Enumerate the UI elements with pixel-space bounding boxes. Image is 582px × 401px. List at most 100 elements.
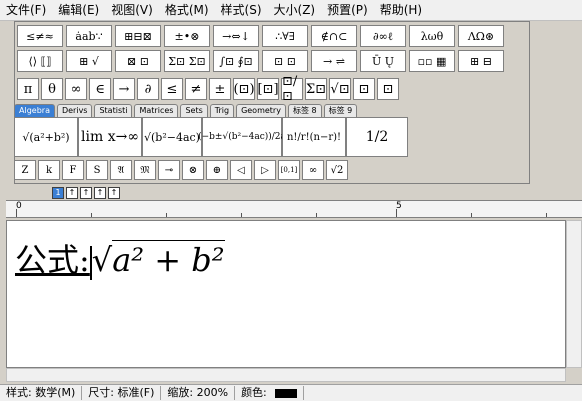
menu-help[interactable]: 帮助(H) (374, 1, 428, 19)
template-hypotenuse[interactable]: √(a²+b²) (14, 117, 78, 157)
tab-bar-5-button[interactable]: ↑ (108, 187, 120, 199)
logic-palette-button[interactable]: ∴∀∃ (262, 25, 308, 47)
radical-sign: √ (91, 241, 113, 279)
triangle-left-button[interactable]: ◁ (230, 160, 252, 180)
plus-minus-symbol-button[interactable]: ± (209, 78, 231, 100)
infinity-symbol-button[interactable]: ∞ (65, 78, 87, 100)
fences-palette-button[interactable]: ⟨⟩ ⟦⟧ (17, 50, 63, 72)
ruler-tick (316, 213, 317, 217)
ruler-tick (166, 213, 167, 217)
labeled-arrows-palette-button[interactable]: → ⇌ (311, 50, 357, 72)
menu-format[interactable]: 格式(M) (159, 1, 215, 19)
template-discriminant[interactable]: √(b²−4ac) (142, 117, 202, 157)
tab-bar-2-button[interactable]: ↑ (66, 187, 78, 199)
tab-statistics[interactable]: Statisti (94, 104, 133, 117)
menu-preferences[interactable]: 预置(P) (321, 1, 374, 19)
summations-palette-button[interactable]: Σ⊡ Σ⊡ (164, 50, 210, 72)
subscripts-palette-button[interactable]: ⊠ ⊡ (115, 50, 161, 72)
parentheses-template-button[interactable]: (⊡) (233, 78, 255, 100)
ruler-tick (16, 209, 17, 217)
tab-algebra[interactable]: Algebra (14, 104, 55, 117)
formula-editor[interactable]: 公式:√a² + b² (6, 220, 566, 368)
greek-upper-palette-button[interactable]: ΛΩ⊛ (458, 25, 504, 47)
tab-bar-nav: 1 ↑ ↑ ↑ ↑ (52, 187, 122, 199)
tab-label-8[interactable]: 标签 8 (287, 104, 322, 117)
status-color: 颜色: (235, 386, 304, 400)
palette-tabs: Algebra Derivs Statisti Matrices Sets Tr… (14, 104, 359, 117)
oplus-button[interactable]: ⊕ (206, 160, 228, 180)
bars-palette-button[interactable]: ⊡ ⊡ (262, 50, 308, 72)
fraktur-m-button[interactable]: 𝔐 (134, 160, 156, 180)
menu-file[interactable]: 文件(F) (0, 1, 52, 19)
status-zoom: 缩放: 200% (161, 386, 236, 400)
status-bar: 样式: 数学(M) 尺寸: 标准(F) 缩放: 200% 颜色: (0, 384, 582, 401)
horizontal-scrollbar[interactable] (6, 368, 566, 382)
arrows-palette-button[interactable]: →⇔↓ (213, 25, 259, 47)
formula-label: 公式: (15, 241, 90, 279)
template-row: √(a²+b²) lim x→∞ √(b²−4ac) (−b±√(b²−4ac)… (14, 117, 408, 157)
menu-size[interactable]: 大小(Z) (268, 1, 322, 19)
pi-symbol-button[interactable]: π (17, 78, 39, 100)
s-symbol-button[interactable]: S (86, 160, 108, 180)
root-template-button[interactable]: √⊡ (329, 78, 351, 100)
color-swatch (274, 388, 297, 398)
tab-sets[interactable]: Sets (180, 104, 208, 117)
otimes-button[interactable]: ⊗ (182, 160, 204, 180)
brackets-template-button[interactable]: [⊡] (257, 78, 279, 100)
ruler-tick (546, 213, 547, 217)
ruler[interactable]: 0 5 (6, 200, 582, 218)
template-half[interactable]: 1/2 (346, 117, 408, 157)
spaces-palette-button[interactable]: ȧab∵ (66, 25, 112, 47)
boxes-palette-button[interactable]: ⊞ ⊟ (458, 50, 504, 72)
menu-edit[interactable]: 编辑(E) (52, 1, 105, 19)
menu-style[interactable]: 样式(S) (215, 1, 268, 19)
ruler-tick (91, 213, 92, 217)
fraction-template-button[interactable]: ⊡/⊡ (281, 74, 303, 104)
operators-palette-button[interactable]: ±•⊗ (164, 25, 210, 47)
f-symbol-button[interactable]: F (62, 160, 84, 180)
status-color-label: 颜色: (241, 386, 267, 399)
superscript-template-button[interactable]: ⊡ (353, 78, 375, 100)
tab-bar-4-button[interactable]: ↑ (94, 187, 106, 199)
relations-palette-button[interactable]: ≤≠≈ (17, 25, 63, 47)
template-combination[interactable]: n!/r!(n−r)! (282, 117, 346, 157)
tab-trig[interactable]: Trig (209, 104, 235, 117)
matrices-palette-button[interactable]: ▫▫ ▦ (409, 50, 455, 72)
greek-lower-palette-button[interactable]: λωθ (409, 25, 455, 47)
sum-template-button[interactable]: Σ⊡ (305, 78, 327, 100)
multimap-button[interactable]: ⊸ (158, 160, 180, 180)
tab-bar-1-button[interactable]: 1 (52, 187, 64, 199)
sets-palette-button[interactable]: ∉∩⊂ (311, 25, 357, 47)
less-equal-symbol-button[interactable]: ≤ (161, 78, 183, 100)
tab-geometry[interactable]: Geometry (236, 104, 286, 117)
element-of-symbol-button[interactable]: ∈ (89, 78, 111, 100)
vertical-scrollbar[interactable] (566, 220, 582, 368)
partial-symbol-button[interactable]: ∂ (137, 78, 159, 100)
interval-button[interactable]: [0,1] (278, 160, 300, 180)
integers-symbol-button[interactable]: Z (14, 160, 36, 180)
template-limit[interactable]: lim x→∞ (78, 117, 142, 157)
products-palette-button[interactable]: Ū Ų (360, 50, 406, 72)
tab-derivs[interactable]: Derivs (56, 104, 93, 117)
subscript-template-button[interactable]: ⊡ (377, 78, 399, 100)
fraktur-a-button[interactable]: 𝔄 (110, 160, 132, 180)
misc-palette-button[interactable]: ∂∞ℓ (360, 25, 406, 47)
template-quadratic[interactable]: (−b±√(b²−4ac))/2a (198, 117, 286, 157)
menu-view[interactable]: 视图(V) (105, 1, 159, 19)
not-equal-symbol-button[interactable]: ≠ (185, 78, 207, 100)
embellishments-palette-button[interactable]: ⊞⊟⊠ (115, 25, 161, 47)
arrow-symbol-button[interactable]: → (113, 78, 135, 100)
triangle-right-button[interactable]: ▷ (254, 160, 276, 180)
theta-symbol-button[interactable]: θ (41, 78, 63, 100)
integrals-palette-button[interactable]: ∫⊡ ∮⊡ (213, 50, 259, 72)
tab-matrices[interactable]: Matrices (134, 104, 179, 117)
formula-expression: a² + b² (112, 240, 225, 279)
fractions-palette-button[interactable]: ⊞ √ (66, 50, 112, 72)
sqrt2-button[interactable]: √2 (326, 160, 348, 180)
k-symbol-button[interactable]: k (38, 160, 60, 180)
ruler-tick (241, 213, 242, 217)
small-template-row: Z k F S 𝔄 𝔐 ⊸ ⊗ ⊕ ◁ ▷ [0,1] ∞ √2 (14, 160, 350, 180)
tab-label-9[interactable]: 标签 9 (323, 104, 358, 117)
infinity-button[interactable]: ∞ (302, 160, 324, 180)
tab-bar-3-button[interactable]: ↑ (80, 187, 92, 199)
